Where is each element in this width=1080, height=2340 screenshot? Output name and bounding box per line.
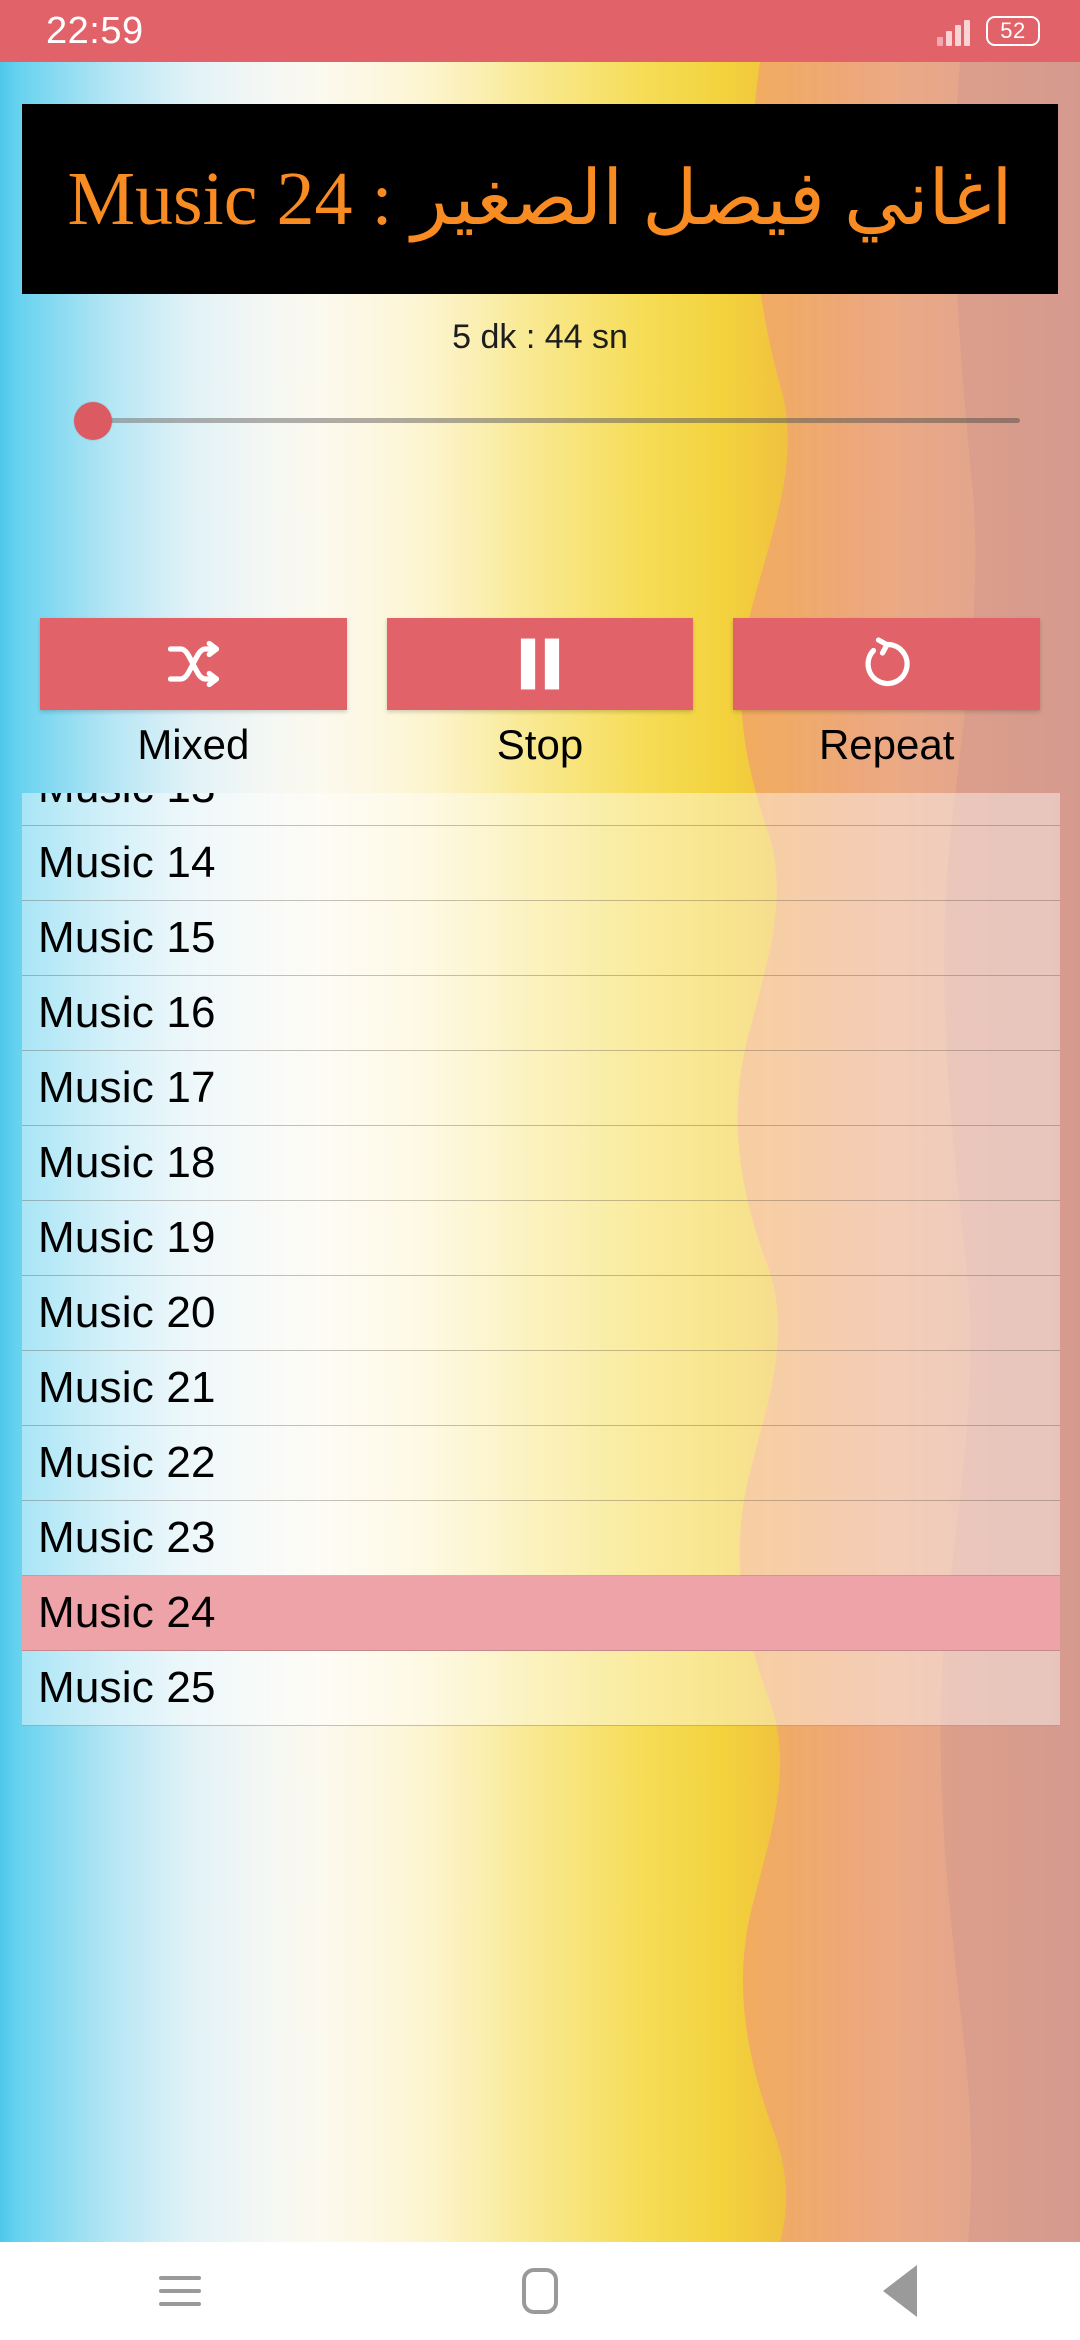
status-bar: 22:59 52 (0, 0, 1080, 62)
status-bar-clock: 22:59 (46, 10, 144, 52)
track-list-item[interactable]: Music 14 (22, 826, 1060, 901)
track-list-item[interactable]: Music 16 (22, 976, 1060, 1051)
track-list-item[interactable]: Music 13 (22, 793, 1060, 826)
home-button[interactable] (465, 2242, 615, 2340)
seek-bar[interactable] (60, 388, 1020, 452)
pause-icon (520, 638, 560, 690)
track-list-item-label: Music 14 (38, 838, 216, 887)
back-icon (883, 2265, 917, 2317)
shuffle-icon (168, 640, 220, 688)
shuffle-button[interactable] (40, 618, 347, 710)
track-list-item-label: Music 22 (38, 1438, 216, 1487)
stop-button-label: Stop (496, 721, 584, 768)
repeat-button[interactable] (733, 618, 1041, 710)
recents-icon (159, 2276, 201, 2306)
track-list-item[interactable]: Music 20 (22, 1276, 1060, 1351)
shuffle-button-label: Mixed (137, 721, 250, 768)
track-list[interactable]: Music 13 Music 14 Music 15 Music 16 Music 17… (22, 793, 1060, 2265)
track-list-item-label: Music 20 (38, 1288, 216, 1337)
track-list-item-label: Music 18 (38, 1138, 216, 1187)
track-list-item-label: Music 23 (38, 1513, 216, 1562)
phone-screen: 22:59 52 اغاني فيصل الصغير : Music 24 5 … (0, 0, 1080, 2340)
track-list-item[interactable]: Music 18 (22, 1126, 1060, 1201)
seek-bar-track[interactable] (100, 418, 1020, 423)
android-nav-bar (0, 2242, 1080, 2340)
repeat-button-label: Repeat (818, 721, 955, 768)
track-list-item-label: Music 24 (38, 1588, 216, 1637)
track-list-item-label: Music 19 (38, 1213, 216, 1262)
track-list-item[interactable]: Music 25 (22, 1651, 1060, 1726)
stop-button[interactable] (386, 618, 694, 710)
signal-bars-icon (937, 20, 970, 46)
track-list-item[interactable]: Music 24 (22, 1576, 1060, 1651)
track-list-item-label: Music 25 (38, 1663, 216, 1712)
control-stop: Stop (386, 618, 694, 768)
track-list-item[interactable]: Music 15 (22, 901, 1060, 976)
track-list-item[interactable]: Music 17 (22, 1051, 1060, 1126)
control-repeat: Repeat (733, 618, 1041, 768)
back-button[interactable] (825, 2242, 975, 2340)
seek-bar-thumb[interactable] (74, 402, 112, 440)
recents-button[interactable] (105, 2242, 255, 2340)
track-list-item[interactable]: Music 19 (22, 1201, 1060, 1276)
track-list-item-label: Music 13 (38, 793, 216, 810)
control-mixed: Mixed (40, 618, 347, 766)
track-list-item[interactable]: Music 23 (22, 1501, 1060, 1576)
track-list-item-label: Music 17 (38, 1063, 216, 1112)
status-bar-indicators: 52 (937, 16, 1040, 46)
track-list-item[interactable]: Music 22 (22, 1426, 1060, 1501)
repeat-icon (865, 637, 910, 687)
home-icon (522, 2268, 558, 2314)
track-duration-label: 5 dk : 44 sn (452, 318, 628, 356)
battery-icon: 52 (986, 16, 1040, 46)
track-list-item-label: Music 16 (38, 988, 216, 1037)
battery-level-label: 52 (1000, 18, 1026, 43)
playback-controls: Mixed Stop Repeat (0, 618, 1080, 766)
track-list-item-label: Music 15 (38, 913, 216, 962)
track-list-item-label: Music 21 (38, 1363, 216, 1412)
now-playing-banner: اغاني فيصل الصغير : Music 24 (22, 104, 1058, 294)
track-list-item[interactable]: Music 21 (22, 1351, 1060, 1426)
track-list-inner: Music 13 Music 14 Music 15 Music 16 Music 17… (22, 793, 1060, 1726)
now-playing-title: اغاني فيصل الصغير : Music 24 (67, 157, 1013, 241)
